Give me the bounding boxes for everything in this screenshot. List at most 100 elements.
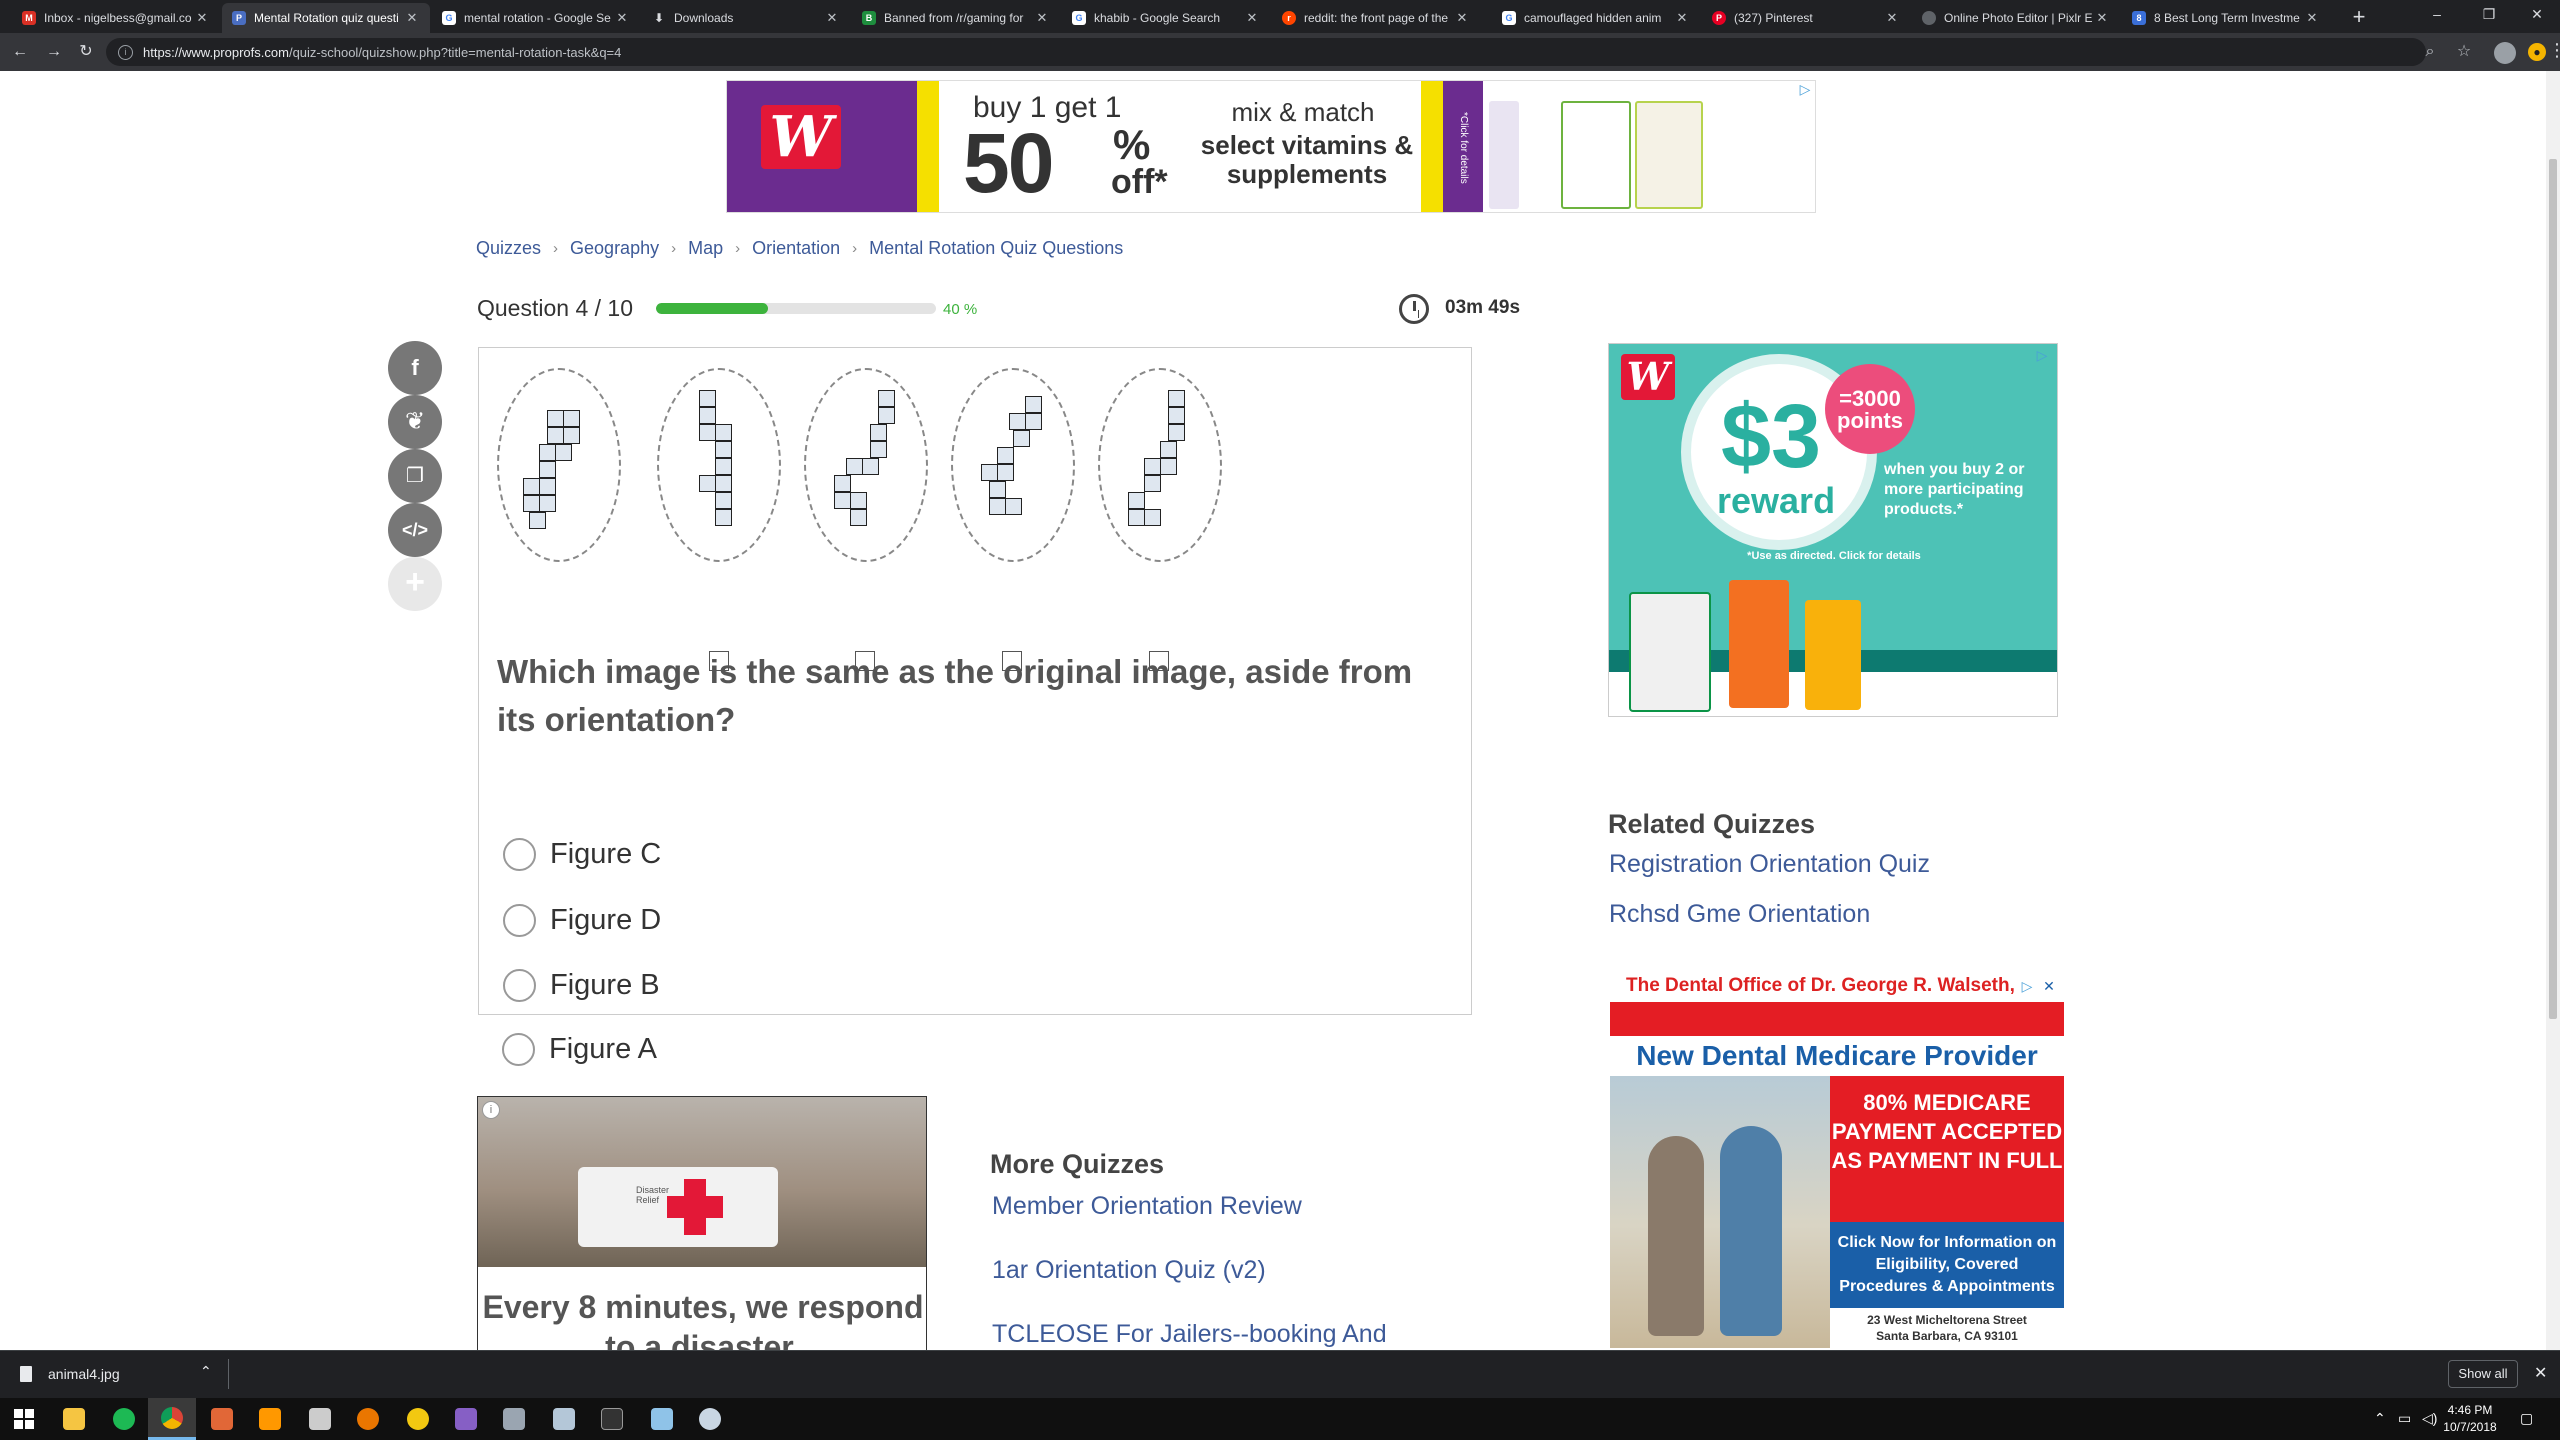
tab-inbox[interactable]: M Inbox - nigelbess@gmail.co ✕ — [12, 3, 220, 33]
zoom-icon[interactable]: ⌕ — [2418, 40, 2442, 64]
related-quiz-link[interactable]: Registration Orientation Quiz — [1609, 850, 1930, 879]
copy-icon[interactable]: ❐ — [388, 449, 442, 503]
option-figure-c[interactable]: Figure C — [503, 838, 661, 871]
close-icon[interactable]: ✕ — [194, 10, 210, 26]
red-cross-ad[interactable]: Disaster Relief i Every 8 minutes, we re… — [477, 1096, 927, 1350]
network-icon[interactable]: ▭ — [2398, 1410, 2411, 1427]
related-quizzes-title: Related Quizzes — [1608, 809, 1816, 839]
close-icon[interactable]: ✕ — [1454, 10, 1470, 26]
spotify-icon[interactable] — [100, 1398, 148, 1440]
radio-button[interactable] — [502, 1033, 535, 1066]
back-icon[interactable]: ← — [8, 40, 32, 64]
show-all-button[interactable]: Show all — [2448, 1360, 2518, 1388]
close-icon[interactable]: ✕ — [2534, 1363, 2547, 1383]
notification-icon[interactable]: ▢ — [2520, 1410, 2533, 1427]
app-icon[interactable] — [638, 1398, 686, 1440]
dental-ad[interactable]: The Dental Office of Dr. George R. Walse… — [1610, 970, 2064, 1348]
tab-google-mental-rotation[interactable]: G mental rotation - Google Se ✕ — [432, 3, 640, 33]
file-explorer-icon[interactable] — [50, 1398, 98, 1440]
embed-icon[interactable]: </> — [388, 503, 442, 557]
ad-choices-icon[interactable]: ▷ — [2018, 977, 2036, 995]
twitter-icon[interactable]: ❦ — [388, 395, 442, 449]
close-icon[interactable]: ✕ — [404, 10, 420, 26]
radio-button[interactable] — [503, 904, 536, 937]
address-bar[interactable]: i https://www.proprofs.com/quiz-school/q… — [106, 38, 2426, 66]
app-icon[interactable] — [394, 1398, 442, 1440]
scrollbar-thumb[interactable] — [2549, 159, 2557, 1019]
clock-icon — [1399, 294, 1429, 324]
more-menu-icon[interactable]: ⋮ — [2548, 40, 2560, 61]
bookmark-star-icon[interactable]: ☆ — [2452, 40, 2476, 64]
close-icon[interactable]: ✕ — [2304, 10, 2320, 26]
chrome-icon[interactable] — [148, 1398, 196, 1440]
terminal-icon[interactable] — [588, 1398, 636, 1440]
close-icon[interactable]: ✕ — [614, 10, 630, 26]
extension-icon[interactable]: ● — [2528, 43, 2546, 61]
tab-investments[interactable]: 8 8 Best Long Term Investme ✕ — [2122, 3, 2330, 33]
blender-icon[interactable] — [344, 1398, 392, 1440]
restore-button[interactable]: ❐ — [2466, 0, 2512, 30]
vertical-scrollbar[interactable] — [2546, 71, 2560, 1350]
radio-button[interactable] — [503, 838, 536, 871]
tab-mental-rotation[interactable]: P Mental Rotation quiz questi ✕ — [222, 3, 430, 33]
product-box-icon — [1561, 101, 1631, 209]
reload-icon[interactable]: ↻ — [74, 40, 98, 64]
top-banner-ad[interactable]: W buy 1 get 1 50 % off* mix & match sele… — [726, 80, 1816, 213]
close-icon[interactable]: ✕ — [1884, 10, 1900, 26]
address-line: 23 West Micheltorena Street — [1867, 1313, 2027, 1327]
more-quiz-link[interactable]: 1ar Orientation Quiz (v2) — [992, 1252, 1432, 1288]
option-figure-a[interactable]: Figure A — [502, 1033, 657, 1066]
app-icon[interactable] — [490, 1398, 538, 1440]
app-icon[interactable] — [686, 1398, 734, 1440]
tab-pinterest[interactable]: P (327) Pinterest ✕ — [1702, 3, 1910, 33]
breadcrumb-orientation[interactable]: Orientation — [752, 238, 840, 259]
tab-reddit[interactable]: r reddit: the front page of the ✕ — [1272, 3, 1480, 33]
download-filename[interactable]: animal4.jpg — [48, 1366, 120, 1382]
tab-pixlr[interactable]: Online Photo Editor | Pixlr E ✕ — [1912, 3, 2120, 33]
new-tab-button[interactable]: + — [2346, 4, 2372, 30]
sublime-icon[interactable] — [246, 1398, 294, 1440]
right-walgreens-ad[interactable]: W $3 reward =3000 points when you buy 2 … — [1608, 343, 2058, 717]
ad-choices-icon[interactable]: ▷ — [2033, 346, 2051, 364]
tab-downloads[interactable]: ⬇ Downloads ✕ — [642, 3, 850, 33]
facebook-icon[interactable]: f — [388, 341, 442, 395]
close-icon[interactable]: ✕ — [824, 10, 840, 26]
forward-icon[interactable]: → — [42, 40, 66, 64]
close-icon[interactable]: ✕ — [2040, 977, 2058, 995]
option-figure-b[interactable]: Figure B — [503, 969, 660, 1002]
tab-banned[interactable]: B Banned from /r/gaming for ✕ — [852, 3, 1060, 33]
info-icon[interactable]: i — [118, 44, 133, 60]
product-box-icon — [1635, 101, 1703, 209]
ad-choices-icon[interactable]: ▷ — [1796, 80, 1814, 98]
visual-studio-icon[interactable] — [442, 1398, 490, 1440]
page-content: W buy 1 get 1 50 % off* mix & match sele… — [0, 71, 2546, 1350]
breadcrumb-geography[interactable]: Geography — [570, 238, 659, 259]
unity-icon[interactable] — [296, 1398, 344, 1440]
system-clock[interactable]: 4:46 PM 10/7/2018 — [2430, 1402, 2510, 1436]
close-icon[interactable]: ✕ — [1034, 10, 1050, 26]
chevron-up-icon[interactable]: ⌃ — [200, 1363, 212, 1380]
breadcrumb-current[interactable]: Mental Rotation Quiz Questions — [869, 238, 1123, 259]
option-figure-d[interactable]: Figure D — [503, 904, 661, 937]
breadcrumb-quizzes[interactable]: Quizzes — [476, 238, 541, 259]
matlab-icon[interactable] — [198, 1398, 246, 1440]
url-path: /quiz-school/quizshow.php?title=mental-r… — [288, 44, 622, 60]
plus-icon[interactable]: + — [388, 557, 442, 611]
chevron-up-icon[interactable]: ⌃ — [2374, 1410, 2386, 1427]
tab-camouflaged[interactable]: G camouflaged hidden anim ✕ — [1492, 3, 1700, 33]
minimize-button[interactable]: – — [2414, 0, 2460, 30]
radio-button[interactable] — [503, 969, 536, 1002]
more-quiz-link[interactable]: TCLEOSE For Jailers--booking And Orienta… — [992, 1316, 1432, 1350]
related-quiz-link[interactable]: Rchsd Gme Orientation — [1609, 900, 1870, 929]
profile-avatar[interactable] — [2494, 42, 2516, 64]
app-icon[interactable] — [540, 1398, 588, 1440]
close-icon[interactable]: ✕ — [1674, 10, 1690, 26]
close-window-button[interactable]: ✕ — [2514, 0, 2560, 30]
windows-start-icon[interactable] — [0, 1398, 48, 1440]
info-icon[interactable]: i — [482, 1101, 500, 1119]
more-quiz-link[interactable]: Member Orientation Review — [992, 1188, 1432, 1224]
close-icon[interactable]: ✕ — [1244, 10, 1260, 26]
close-icon[interactable]: ✕ — [2094, 10, 2110, 26]
breadcrumb-map[interactable]: Map — [688, 238, 723, 259]
tab-khabib[interactable]: G khabib - Google Search ✕ — [1062, 3, 1270, 33]
